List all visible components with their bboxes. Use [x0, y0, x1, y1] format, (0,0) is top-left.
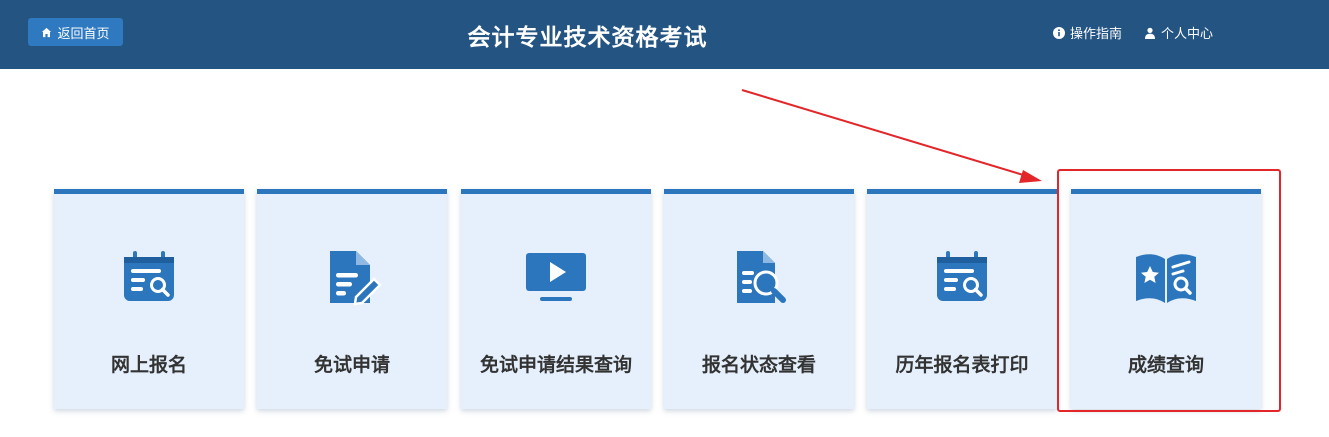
- calendar-search-icon: [929, 244, 995, 310]
- card-label: 报名状态查看: [701, 354, 816, 376]
- document-edit-icon: [319, 244, 385, 310]
- card-print-registration-form[interactable]: 历年报名表打印: [867, 189, 1057, 409]
- card-label: 网上报名: [110, 354, 187, 376]
- card-score-query[interactable]: 成绩查询: [1071, 189, 1261, 409]
- guide-link[interactable]: 操作指南: [1053, 23, 1122, 42]
- card-label: 历年报名表打印: [895, 354, 1029, 376]
- calendar-search-icon: [116, 244, 182, 310]
- card-label: 成绩查询: [1127, 354, 1204, 376]
- card-label: 免试申请: [313, 354, 390, 376]
- user-center-link[interactable]: 个人中心: [1144, 23, 1213, 42]
- card-label: 免试申请结果查询: [479, 354, 632, 376]
- document-search-icon: [726, 244, 792, 310]
- guide-link-label: 操作指南: [1070, 27, 1123, 42]
- top-header: 返回首页 会计专业技术资格考试 操作指南 个人中心: [0, 0, 1329, 69]
- card-online-registration[interactable]: 网上报名: [54, 189, 244, 409]
- card-registration-status[interactable]: 报名状态查看: [664, 189, 854, 409]
- page-title: 会计专业技术资格考试: [467, 25, 708, 51]
- user-icon: [1145, 27, 1156, 39]
- header-links: 操作指南 个人中心: [1053, 23, 1213, 42]
- video-play-icon: [523, 244, 589, 310]
- card-exemption-application[interactable]: 免试申请: [257, 189, 447, 409]
- user-center-label: 个人中心: [1161, 27, 1214, 42]
- card-exemption-result-query[interactable]: 免试申请结果查询: [461, 189, 651, 409]
- book-star-search-icon: [1133, 244, 1199, 310]
- info-icon: [1053, 26, 1065, 39]
